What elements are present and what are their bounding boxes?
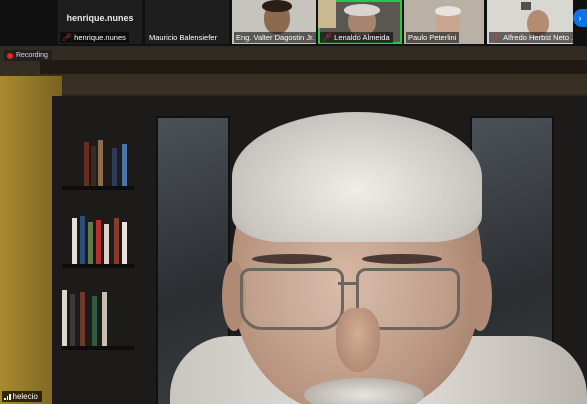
- participant-tile-mauricio[interactable]: Mauricio Balensiefer: [145, 0, 229, 44]
- active-speaker-name: helecio: [12, 392, 38, 401]
- video-person-glasses-bridge: [338, 282, 356, 285]
- video-person-nose: [336, 308, 380, 372]
- video-person-ear: [468, 261, 492, 331]
- video-bg-book: [122, 222, 127, 264]
- video-feed-picture: [521, 2, 531, 10]
- participant-label: Eng. Valter Dagostin Jr.: [234, 32, 316, 43]
- video-feed-hair: [344, 4, 380, 16]
- video-bg-book: [92, 296, 97, 346]
- video-bg-book: [88, 222, 93, 264]
- participant-label: Mauricio Balensiefer: [147, 32, 220, 43]
- participant-name: henrique.nunes: [74, 33, 126, 42]
- recording-label: Recording: [16, 52, 48, 59]
- participant-label: 🎤︎ Alfredo Herbst Neto ...: [489, 32, 573, 43]
- video-bg-book: [84, 142, 89, 186]
- video-bg-book: [62, 290, 67, 346]
- participant-name: Alfredo Herbst Neto ...: [503, 33, 573, 42]
- video-feed-window: [318, 0, 336, 28]
- mic-muted-icon: 🎤︎: [322, 32, 333, 42]
- video-person-brow: [362, 254, 442, 264]
- video-bg-book: [112, 148, 117, 186]
- video-bg-shelf: [62, 264, 134, 268]
- video-bg-beam: [40, 60, 587, 74]
- main-video: [0, 46, 587, 404]
- participant-tile-henrique[interactable]: henrique.nunes 🎤︎ henrique.nunes: [58, 0, 142, 44]
- video-feed-hair: [262, 0, 292, 12]
- participant-tile-valter[interactable]: Eng. Valter Dagostin Jr.: [232, 0, 316, 44]
- video-bg-book: [91, 146, 96, 186]
- video-bg-book: [104, 224, 109, 264]
- participant-label: 🎤︎ henrique.nunes: [60, 32, 129, 43]
- video-person-brow: [252, 254, 332, 264]
- video-bg-shelf: [62, 346, 134, 350]
- mic-muted-icon: 🎤︎: [62, 32, 73, 42]
- active-speaker-label: helecio: [2, 391, 42, 402]
- video-bg-shelf: [62, 186, 134, 190]
- video-person-mustache: [304, 378, 424, 404]
- video-bg-book: [80, 216, 85, 264]
- video-bg-book: [98, 140, 103, 186]
- participant-name-large: henrique.nunes: [66, 13, 134, 23]
- video-bg-book: [96, 220, 101, 264]
- signal-bars-icon: [4, 393, 11, 400]
- participant-label: 🎤︎ Lenaldo Almeida: [320, 32, 393, 43]
- participant-name: Mauricio Balensiefer: [149, 33, 217, 42]
- participant-tile-alfredo[interactable]: 🎤︎ Alfredo Herbst Neto ...: [487, 0, 573, 44]
- chevron-right-icon: ›: [578, 13, 582, 23]
- participant-label: Paulo Peterlini: [406, 32, 460, 43]
- participant-name: Paulo Peterlini: [408, 33, 457, 42]
- recording-dot-icon: [7, 52, 13, 59]
- participant-tile-paulo[interactable]: Paulo Peterlini: [404, 0, 484, 44]
- video-bg-book: [80, 292, 85, 346]
- recording-indicator[interactable]: Recording: [4, 50, 52, 61]
- video-person-glasses: [240, 268, 344, 330]
- participant-name: Eng. Valter Dagostin Jr.: [236, 33, 315, 42]
- video-bg-book: [102, 292, 107, 346]
- video-bg-book: [70, 294, 75, 346]
- participant-strip: henrique.nunes 🎤︎ henrique.nunes Maurici…: [0, 0, 587, 46]
- mic-muted-icon: 🎤︎: [491, 32, 502, 42]
- participant-tile-lenaldo[interactable]: 🎤︎ Lenaldo Almeida: [318, 0, 402, 44]
- participant-name: Lenaldo Almeida: [334, 33, 390, 42]
- next-page-button[interactable]: ›: [573, 9, 587, 27]
- video-bg-book: [114, 218, 119, 264]
- video-bg-book: [122, 144, 127, 186]
- video-person-hair: [232, 112, 482, 242]
- video-bg-book: [72, 218, 77, 264]
- video-feed-hair: [435, 6, 461, 16]
